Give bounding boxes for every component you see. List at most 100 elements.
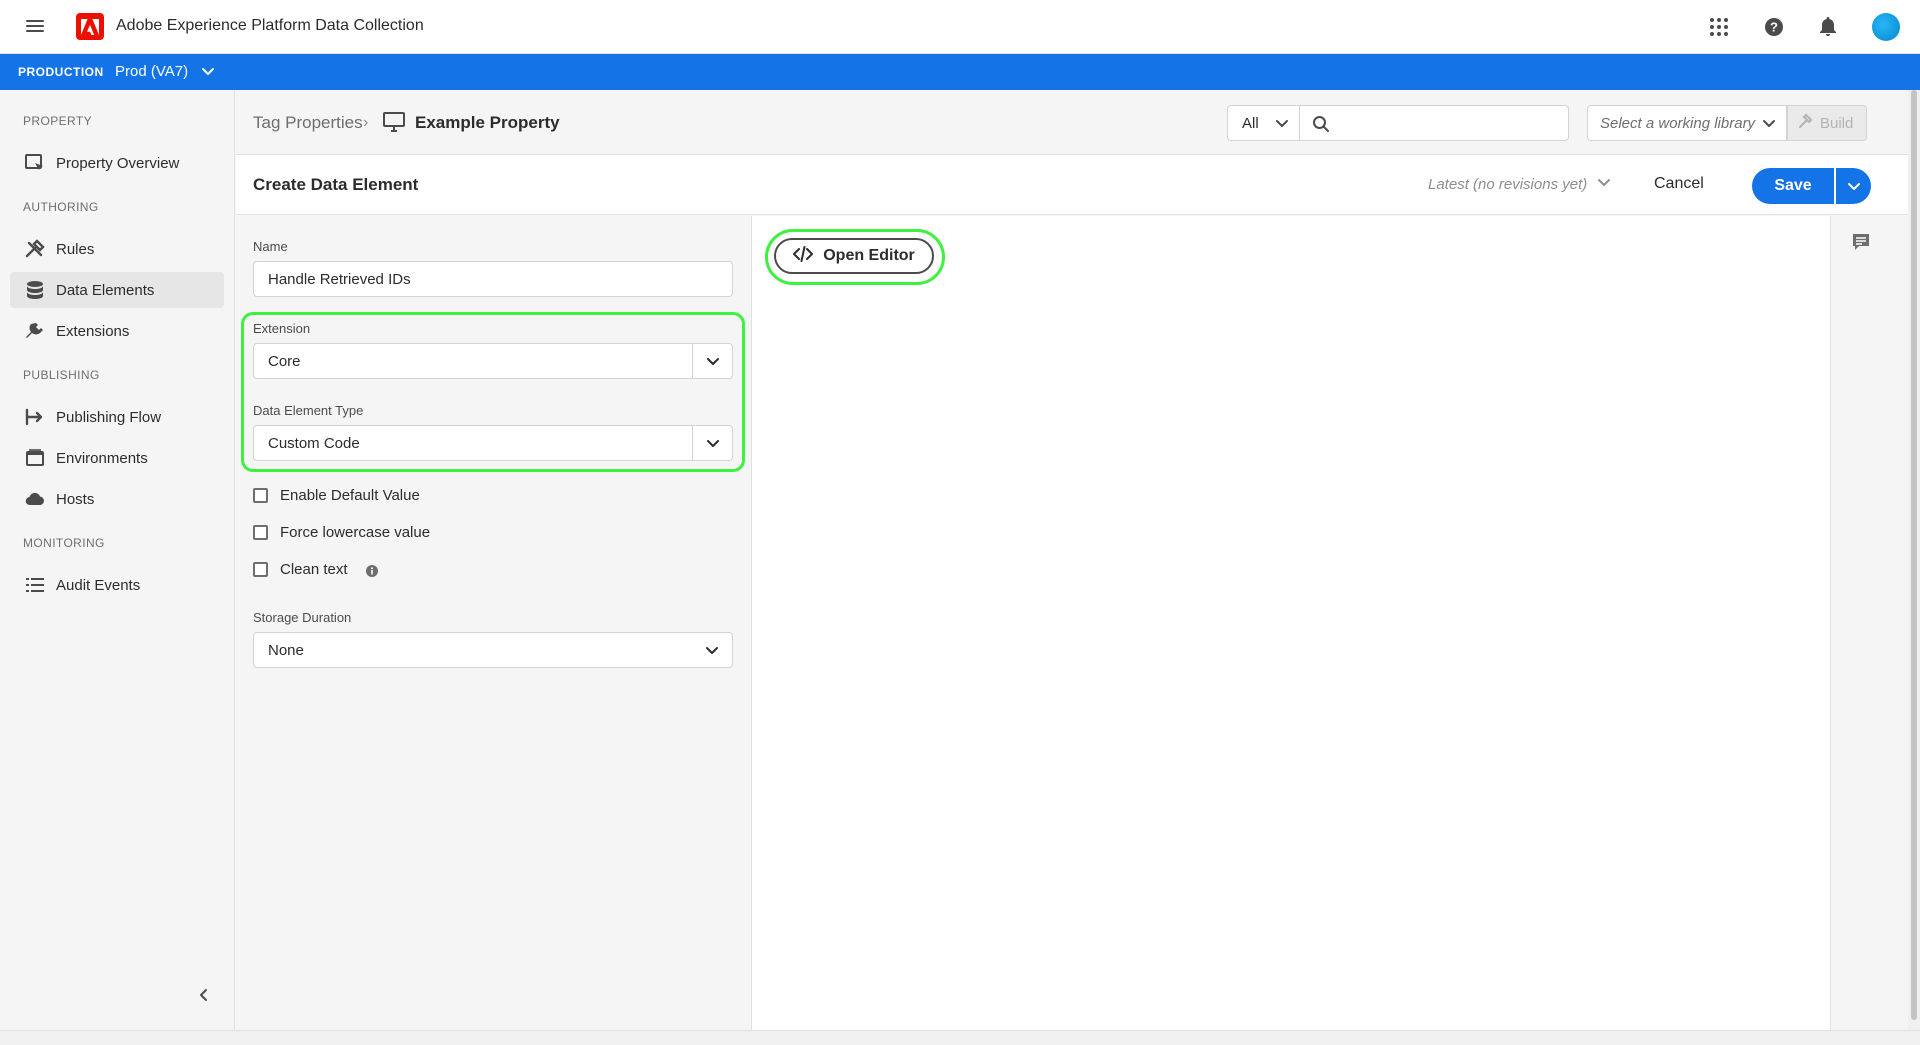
breadcrumb-bar: Tag Properties › Example Property All Se… bbox=[236, 90, 1920, 155]
storage-duration-picker[interactable]: None bbox=[253, 632, 733, 668]
sidebar-item-audit-events[interactable]: Audit Events bbox=[10, 567, 224, 603]
page-scrollbar[interactable] bbox=[1908, 90, 1920, 1030]
app-title: Adobe Experience Platform Data Collectio… bbox=[116, 17, 424, 34]
environment-name[interactable]: Prod (VA7) bbox=[115, 63, 188, 80]
sidebar-item-rules[interactable]: Rules bbox=[10, 231, 224, 267]
checkbox-label: Force lowercase value bbox=[280, 524, 431, 541]
comment-icon[interactable] bbox=[1851, 232, 1871, 252]
search-field[interactable] bbox=[1299, 105, 1569, 141]
data-element-type-value: Custom Code bbox=[268, 435, 360, 452]
info-icon[interactable] bbox=[365, 564, 378, 577]
right-rail bbox=[1830, 216, 1890, 1030]
sidebar-item-label: Environments bbox=[56, 449, 148, 467]
publishing-flow-icon bbox=[24, 406, 46, 428]
sidebar-section-authoring: AUTHORING bbox=[23, 200, 99, 214]
page-header: Create Data Element Latest (no revisions… bbox=[236, 155, 1920, 215]
environment-bar: PRODUCTION Prod (VA7) bbox=[0, 54, 1920, 90]
chevron-down-icon bbox=[1275, 116, 1289, 134]
chevron-down-icon[interactable] bbox=[692, 426, 732, 460]
enable-default-value-checkbox[interactable]: Enable Default Value bbox=[253, 487, 420, 504]
data-element-type-label: Data Element Type bbox=[253, 403, 364, 418]
extension-value: Core bbox=[268, 353, 301, 370]
apps-grid-icon[interactable] bbox=[1706, 14, 1732, 40]
sidebar-section-property: PROPERTY bbox=[23, 114, 92, 128]
open-editor-button[interactable]: Open Editor bbox=[774, 238, 934, 274]
menu-icon[interactable] bbox=[26, 17, 44, 35]
search-input[interactable] bbox=[1340, 112, 1560, 134]
extension-label: Extension bbox=[253, 321, 311, 336]
chevron-down-icon bbox=[1762, 116, 1776, 134]
page-title: Create Data Element bbox=[253, 175, 419, 194]
property-overview-icon bbox=[24, 152, 46, 174]
chevron-down-icon[interactable] bbox=[692, 344, 732, 378]
help-icon[interactable]: ? bbox=[1761, 14, 1787, 40]
hosts-icon bbox=[24, 488, 46, 510]
code-icon bbox=[793, 245, 814, 267]
cancel-button[interactable]: Cancel bbox=[1654, 175, 1704, 193]
sidebar: PROPERTY Property Overview AUTHORING Rul… bbox=[0, 90, 235, 1030]
checkbox-label: Enable Default Value bbox=[280, 487, 420, 504]
name-label: Name bbox=[253, 239, 288, 254]
svg-text:?: ? bbox=[1770, 20, 1778, 35]
working-library-placeholder: Select a working library bbox=[1600, 114, 1756, 132]
sidebar-item-label: Rules bbox=[56, 240, 95, 258]
user-avatar[interactable] bbox=[1872, 13, 1900, 41]
environments-icon bbox=[24, 447, 46, 469]
editor-panel: Open Editor bbox=[752, 216, 1830, 1030]
sidebar-item-environments[interactable]: Environments bbox=[10, 440, 224, 476]
sidebar-item-label: Publishing Flow bbox=[56, 408, 162, 426]
search-filter-select[interactable]: All bbox=[1227, 105, 1299, 141]
open-editor-label: Open Editor bbox=[823, 247, 915, 264]
checkbox-box[interactable] bbox=[253, 525, 268, 540]
chevron-down-icon bbox=[1847, 183, 1860, 190]
storage-duration-value: None bbox=[268, 642, 304, 659]
force-lowercase-checkbox[interactable]: Force lowercase value bbox=[253, 524, 430, 541]
checkbox-label: Clean text bbox=[280, 561, 348, 578]
sidebar-item-extensions[interactable]: Extensions bbox=[10, 313, 224, 349]
save-button[interactable]: Save bbox=[1752, 168, 1834, 204]
chevron-down-icon[interactable] bbox=[200, 63, 218, 81]
adobe-logo[interactable] bbox=[76, 13, 104, 40]
audit-events-icon bbox=[24, 574, 46, 596]
sidebar-item-property-overview[interactable]: Property Overview bbox=[10, 145, 224, 181]
name-field[interactable] bbox=[253, 261, 733, 297]
sidebar-item-label: Data Elements bbox=[56, 281, 155, 299]
rules-icon bbox=[24, 238, 46, 260]
search-filter-value: All bbox=[1242, 114, 1259, 132]
extensions-icon bbox=[24, 320, 46, 342]
chevron-down-icon[interactable] bbox=[692, 633, 732, 667]
sidebar-item-hosts[interactable]: Hosts bbox=[10, 481, 224, 517]
sidebar-section-monitoring: MONITORING bbox=[23, 536, 105, 550]
data-element-form: Name Extension Core Data Element Type Cu… bbox=[236, 216, 752, 1030]
working-library-select[interactable]: Select a working library bbox=[1587, 105, 1787, 141]
breadcrumb-tag-properties[interactable]: Tag Properties bbox=[253, 113, 363, 133]
breadcrumb-separator: › bbox=[363, 114, 369, 131]
checkbox-box[interactable] bbox=[253, 488, 268, 503]
hammer-icon bbox=[1798, 113, 1814, 133]
collapse-sidebar-chevron-icon[interactable] bbox=[196, 987, 216, 1007]
notifications-bell-icon[interactable] bbox=[1815, 14, 1841, 40]
sidebar-item-publishing-flow[interactable]: Publishing Flow bbox=[10, 399, 224, 435]
checkbox-box[interactable] bbox=[253, 562, 268, 577]
sidebar-item-label: Property Overview bbox=[56, 154, 180, 172]
save-options-button[interactable] bbox=[1836, 168, 1871, 204]
revision-select[interactable]: Latest (no revisions yet) bbox=[1428, 175, 1611, 193]
bottom-edge bbox=[0, 1030, 1920, 1045]
build-button[interactable]: Build bbox=[1787, 105, 1867, 141]
sidebar-item-label: Extensions bbox=[56, 322, 130, 340]
scrollbar-thumb[interactable] bbox=[1911, 90, 1917, 1020]
extension-picker[interactable]: Core bbox=[253, 343, 733, 379]
data-elements-icon bbox=[24, 279, 46, 301]
sidebar-item-label: Hosts bbox=[56, 490, 95, 508]
environment-label: PRODUCTION bbox=[18, 65, 104, 79]
storage-duration-label: Storage Duration bbox=[253, 610, 352, 625]
data-element-type-picker[interactable]: Custom Code bbox=[253, 425, 733, 461]
chevron-down-icon bbox=[1597, 175, 1611, 193]
revision-value: Latest (no revisions yet) bbox=[1428, 175, 1588, 193]
sidebar-item-data-elements[interactable]: Data Elements bbox=[10, 272, 224, 308]
clean-text-checkbox[interactable]: Clean text bbox=[253, 561, 378, 578]
sidebar-section-publishing: PUBLISHING bbox=[23, 368, 100, 382]
monitor-icon bbox=[383, 112, 405, 132]
top-bar: Adobe Experience Platform Data Collectio… bbox=[0, 0, 1920, 54]
build-label: Build bbox=[1820, 114, 1854, 132]
